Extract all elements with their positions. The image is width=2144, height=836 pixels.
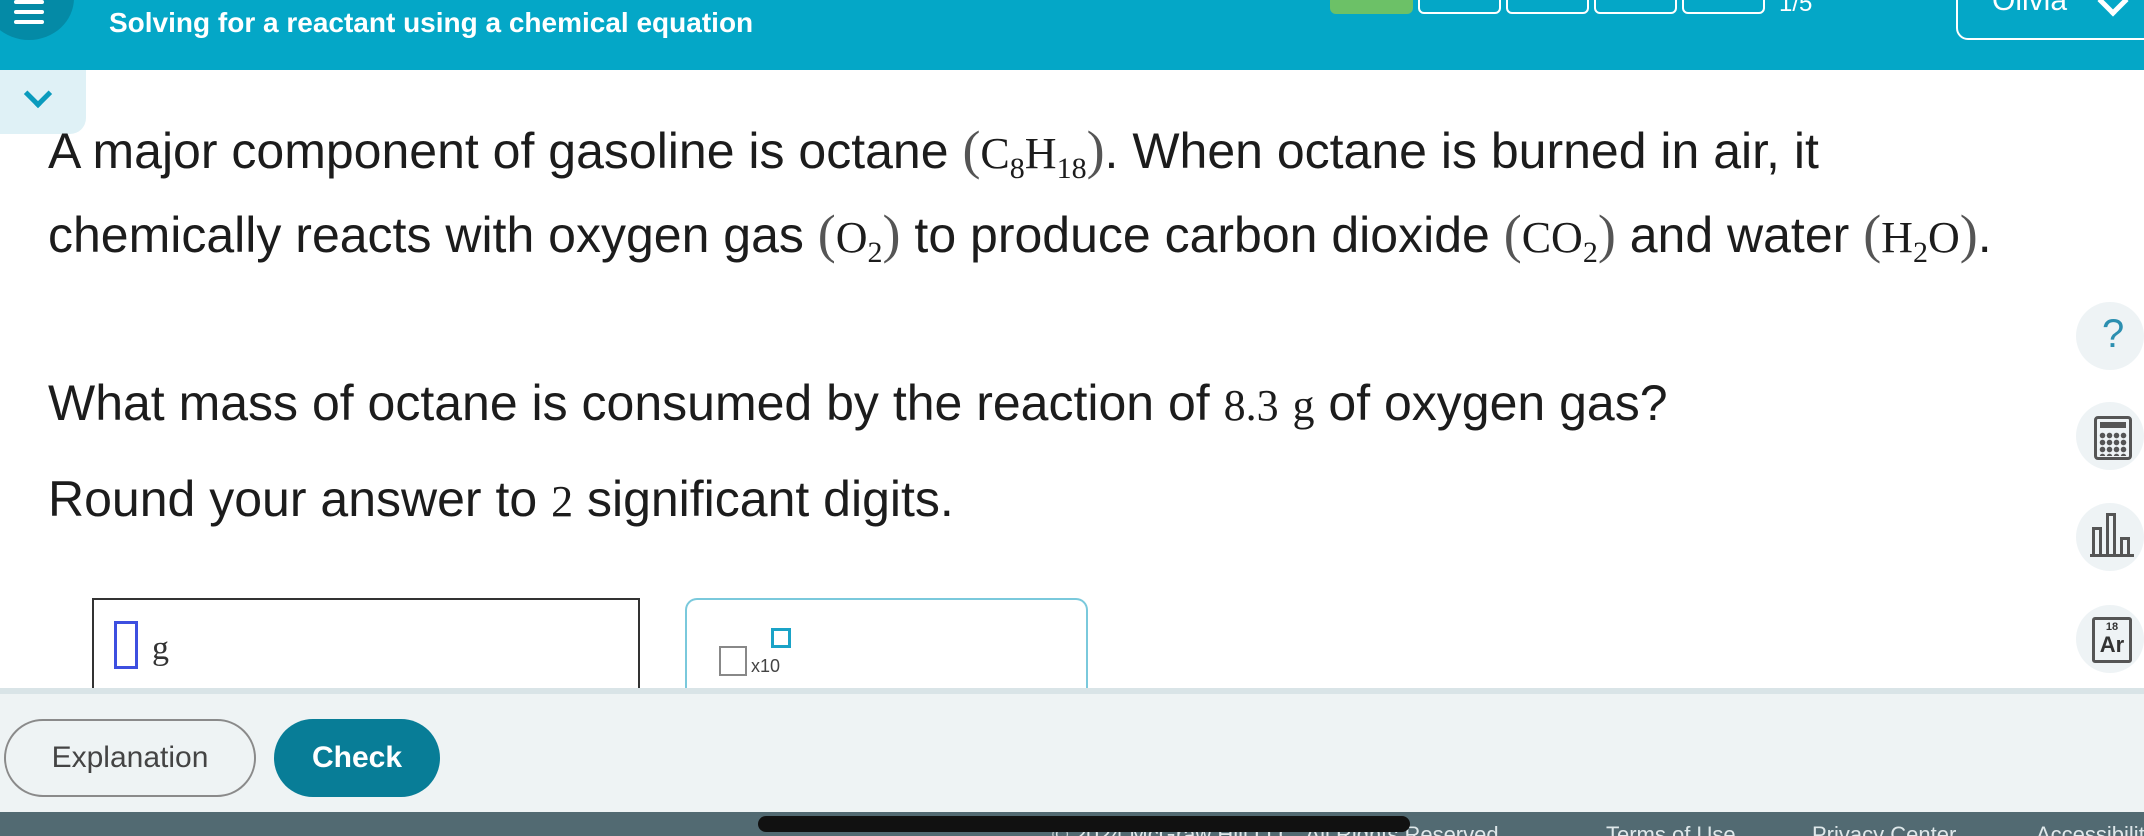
- explanation-button[interactable]: Explanation: [4, 719, 256, 797]
- bar-chart-icon-bar: [2106, 513, 2116, 555]
- placeholder-box-icon: [719, 646, 747, 676]
- formula-water: (H2O): [1863, 204, 1978, 269]
- home-indicator: [758, 816, 1410, 832]
- top-bar: Solving for a reactant using a chemical …: [0, 0, 2144, 70]
- hamburger-icon: [14, 0, 44, 4]
- text: to produce carbon dioxide: [900, 207, 1504, 263]
- chevron-down-icon: [23, 79, 53, 109]
- formula-oxygen: (O2): [817, 204, 901, 269]
- user-menu[interactable]: Olivia: [1956, 0, 2144, 40]
- question-ask: What mass of octane is consumed by the r…: [48, 375, 1668, 431]
- periodic-table-button[interactable]: 18 Ar: [2076, 605, 2144, 673]
- bar-chart-icon-bar: [2120, 537, 2130, 555]
- text: and water: [1615, 207, 1864, 263]
- question-mark-icon: ?: [2102, 312, 2125, 356]
- calculator-button[interactable]: [2076, 402, 2144, 470]
- hamburger-icon-line: [14, 10, 44, 14]
- sig-digits: 2: [551, 477, 574, 526]
- element-symbol: Ar: [2099, 632, 2125, 657]
- help-button[interactable]: ?: [2076, 302, 2144, 370]
- sci-notation-label: x10: [751, 656, 781, 676]
- calculator-icon-keys: [2099, 432, 2127, 456]
- answer-input-box[interactable]: g: [92, 598, 640, 688]
- check-button[interactable]: Check: [274, 719, 440, 797]
- text: A major component of gasoline is octane: [48, 123, 963, 179]
- progress-segment: [1506, 0, 1589, 14]
- question-prompt: A major component of gasoline is octane …: [48, 110, 2028, 278]
- given-mass-unit: g: [1292, 381, 1315, 430]
- user-name: Olivia: [1992, 0, 2068, 17]
- periodic-table-icon: 18 Ar: [2092, 617, 2132, 663]
- formula-carbon-dioxide: (CO2): [1503, 204, 1616, 269]
- progress-bar: [1330, 0, 1765, 14]
- given-mass: 8.3: [1223, 381, 1279, 430]
- progress-segment: [1418, 0, 1501, 14]
- terms-link[interactable]: Terms of Use: [1606, 822, 1736, 836]
- rounding-instruction: Round your answer to 2 significant digit…: [48, 471, 954, 527]
- formula-octane: (C8H18): [962, 120, 1105, 185]
- hamburger-icon-line: [14, 20, 44, 24]
- topic-title: Solving for a reactant using a chemical …: [109, 7, 754, 38]
- menu-button[interactable]: [0, 0, 74, 40]
- math-tools-panel: x10: [685, 598, 1088, 688]
- chevron-down-icon: [2097, 0, 2129, 17]
- accessibility-link[interactable]: Accessibility: [2036, 822, 2144, 836]
- progress-segment: [1682, 0, 1765, 14]
- bar-chart-icon-base: [2090, 554, 2134, 557]
- answer-unit: g: [152, 630, 169, 667]
- progress-count: 1/5: [1779, 0, 1813, 17]
- calculator-icon-screen: [2100, 422, 2126, 428]
- scientific-notation-button[interactable]: x10: [719, 628, 791, 682]
- text: .: [1977, 207, 1992, 263]
- bar-chart-icon: [2092, 527, 2102, 555]
- exponent-box-icon: [771, 628, 791, 648]
- privacy-link[interactable]: Privacy Center: [1812, 822, 1956, 836]
- answer-input[interactable]: [114, 621, 138, 669]
- data-button[interactable]: [2076, 503, 2144, 571]
- progress-segment: [1594, 0, 1677, 14]
- progress-segment-done: [1330, 0, 1413, 14]
- action-bar: Explanation Check: [0, 688, 2144, 812]
- question-paragraph: A major component of gasoline is octane …: [48, 110, 2028, 278]
